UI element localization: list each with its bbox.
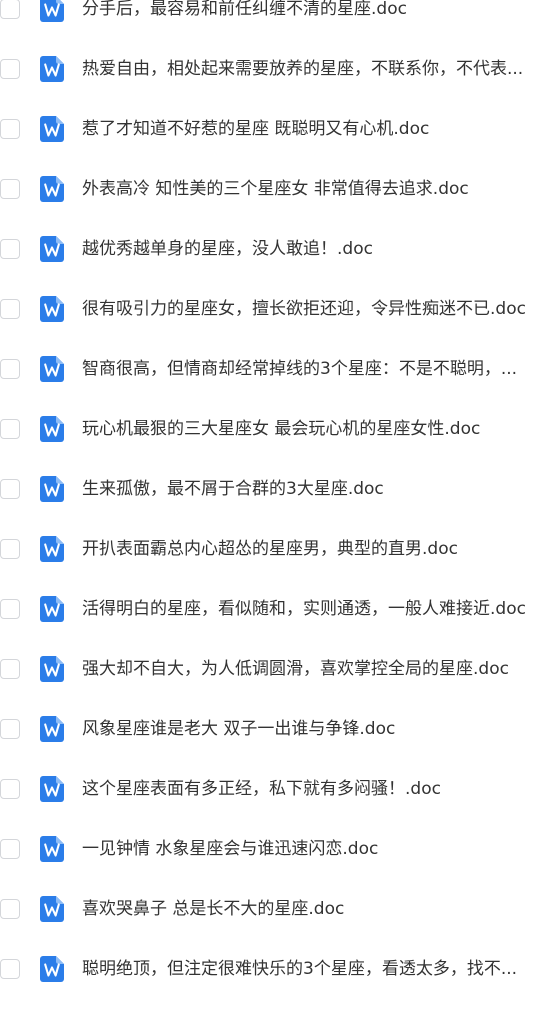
row-checkbox[interactable] (0, 179, 20, 199)
file-name[interactable]: 热爱自由，相处起来需要放养的星座，不联系你，不代表... (82, 57, 559, 81)
file-row[interactable]: 很有吸引力的星座女，擅长欲拒还迎，令异性痴迷不已.doc (0, 279, 559, 339)
row-checkbox[interactable] (0, 599, 20, 619)
word-doc-icon (40, 176, 64, 202)
file-row[interactable]: 聪明绝顶，但注定很难快乐的3个星座，看透太多，找不... (0, 939, 559, 999)
file-row[interactable]: 分手后，最容易和前任纠缠不清的星座.doc (0, 0, 559, 39)
file-name[interactable]: 很有吸引力的星座女，擅长欲拒还迎，令异性痴迷不已.doc (82, 297, 559, 321)
file-name[interactable]: 外表高冷 知性美的三个星座女 非常值得去追求.doc (82, 177, 559, 201)
file-row[interactable]: 风象星座谁是老大 双子一出谁与争锋.doc (0, 699, 559, 759)
file-list: 分手后，最容易和前任纠缠不清的星座.doc 热爱自由，相处起来需要放养的星座，不… (0, 0, 559, 997)
row-checkbox[interactable] (0, 299, 20, 319)
row-checkbox[interactable] (0, 719, 20, 739)
row-checkbox[interactable] (0, 0, 20, 19)
word-doc-icon (40, 0, 64, 22)
word-doc-icon (40, 716, 64, 742)
file-row[interactable]: 这个星座表面有多正经，私下就有多闷骚！.doc (0, 759, 559, 819)
word-doc-icon (40, 776, 64, 802)
word-doc-icon (40, 896, 64, 922)
word-doc-icon (40, 116, 64, 142)
row-checkbox[interactable] (0, 959, 20, 979)
word-doc-icon (40, 956, 64, 982)
file-name[interactable]: 一见钟情 水象星座会与谁迅速闪恋.doc (82, 837, 559, 861)
file-row[interactable]: 强大却不自大，为人低调圆滑，喜欢掌控全局的星座.doc (0, 639, 559, 699)
file-name[interactable]: 聪明绝顶，但注定很难快乐的3个星座，看透太多，找不... (82, 957, 559, 981)
word-doc-icon (40, 476, 64, 502)
file-row[interactable]: 活得明白的星座，看似随和，实则通透，一般人难接近.doc (0, 579, 559, 639)
row-checkbox[interactable] (0, 359, 20, 379)
file-name[interactable]: 玩心机最狠的三大星座女 最会玩心机的星座女性.doc (82, 417, 559, 441)
row-checkbox[interactable] (0, 119, 20, 139)
file-name[interactable]: 喜欢哭鼻子 总是长不大的星座.doc (82, 897, 559, 921)
word-doc-icon (40, 56, 64, 82)
row-checkbox[interactable] (0, 899, 20, 919)
file-row[interactable]: 开扒表面霸总内心超怂的星座男，典型的直男.doc (0, 519, 559, 579)
word-doc-icon (40, 596, 64, 622)
file-name[interactable]: 越优秀越单身的星座，没人敢追！.doc (82, 237, 559, 261)
file-row[interactable]: 一见钟情 水象星座会与谁迅速闪恋.doc (0, 819, 559, 879)
file-name[interactable]: 智商很高，但情商却经常掉线的3个星座：不是不聪明，... (82, 357, 559, 381)
word-doc-icon (40, 296, 64, 322)
row-checkbox[interactable] (0, 479, 20, 499)
row-checkbox[interactable] (0, 539, 20, 559)
file-name[interactable]: 生来孤傲，最不屑于合群的3大星座.doc (82, 477, 559, 501)
file-row[interactable]: 惹了才知道不好惹的星座 既聪明又有心机.doc (0, 99, 559, 159)
file-name[interactable]: 活得明白的星座，看似随和，实则通透，一般人难接近.doc (82, 597, 559, 621)
file-name[interactable]: 强大却不自大，为人低调圆滑，喜欢掌控全局的星座.doc (82, 657, 559, 681)
row-checkbox[interactable] (0, 239, 20, 259)
file-name[interactable]: 这个星座表面有多正经，私下就有多闷骚！.doc (82, 777, 559, 801)
file-name[interactable]: 开扒表面霸总内心超怂的星座男，典型的直男.doc (82, 537, 559, 561)
row-checkbox[interactable] (0, 659, 20, 679)
word-doc-icon (40, 536, 64, 562)
word-doc-icon (40, 656, 64, 682)
word-doc-icon (40, 416, 64, 442)
file-name[interactable]: 风象星座谁是老大 双子一出谁与争锋.doc (82, 717, 559, 741)
row-checkbox[interactable] (0, 779, 20, 799)
file-row[interactable]: 喜欢哭鼻子 总是长不大的星座.doc (0, 879, 559, 939)
file-name[interactable]: 分手后，最容易和前任纠缠不清的星座.doc (82, 0, 559, 21)
file-row[interactable]: 玩心机最狠的三大星座女 最会玩心机的星座女性.doc (0, 399, 559, 459)
row-checkbox[interactable] (0, 59, 20, 79)
file-name[interactable]: 惹了才知道不好惹的星座 既聪明又有心机.doc (82, 117, 559, 141)
file-row[interactable]: 外表高冷 知性美的三个星座女 非常值得去追求.doc (0, 159, 559, 219)
file-row[interactable]: 生来孤傲，最不屑于合群的3大星座.doc (0, 459, 559, 519)
row-checkbox[interactable] (0, 419, 20, 439)
row-checkbox[interactable] (0, 839, 20, 859)
file-row[interactable]: 智商很高，但情商却经常掉线的3个星座：不是不聪明，... (0, 339, 559, 399)
file-row[interactable]: 热爱自由，相处起来需要放养的星座，不联系你，不代表... (0, 39, 559, 99)
word-doc-icon (40, 236, 64, 262)
file-row[interactable]: 越优秀越单身的星座，没人敢追！.doc (0, 219, 559, 279)
word-doc-icon (40, 836, 64, 862)
word-doc-icon (40, 356, 64, 382)
